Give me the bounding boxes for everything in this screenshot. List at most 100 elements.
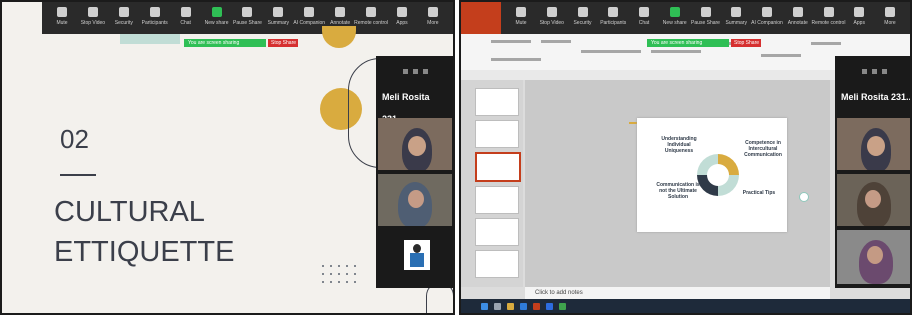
toolbar-label: Remote control <box>354 20 389 26</box>
video-tile-3[interactable] <box>378 230 452 284</box>
summary-icon <box>273 7 284 17</box>
toolbar-label: Pause Share <box>691 20 720 26</box>
pen-icon <box>335 7 346 17</box>
slide-title-line2: ETTIQUETTE <box>54 236 235 268</box>
powerpoint-icon[interactable] <box>533 302 540 310</box>
stop-share-button[interactable]: Stop Share <box>731 39 761 47</box>
windows-taskbar[interactable] <box>461 299 910 313</box>
slide-title-line1: CULTURAL <box>54 196 205 228</box>
video-gallery: Meli Rosita 231... <box>376 56 453 288</box>
chrome-icon[interactable] <box>559 302 566 310</box>
toolbar-apps-button[interactable]: Apps <box>388 2 416 26</box>
slide-thumbnail[interactable] <box>475 88 519 116</box>
quadrant-text-2: Competence in Intercultural Communicatio… <box>744 140 782 158</box>
toolbar-label: AI Companion <box>751 20 783 26</box>
toolbar-label: Apps <box>853 20 865 26</box>
zoom-toolbar: Mute Stop Video Security Participants Chat Ne… <box>501 2 910 34</box>
toolbar-chat-button[interactable]: Chat <box>630 2 658 26</box>
toolbar-annotate-button[interactable]: Annotate <box>784 2 812 26</box>
gallery-controls[interactable] <box>376 56 453 86</box>
toolbar-pause-share-button[interactable]: Pause Share <box>691 2 720 26</box>
video-tile-2[interactable] <box>378 174 452 226</box>
quadrant-text-3: Communication is not the Ultimate Soluti… <box>656 182 700 200</box>
current-slide[interactable]: Understanding Individual Uniqueness Comp… <box>637 118 787 232</box>
slide-number: 02 <box>60 124 89 154</box>
camera-icon <box>87 7 98 17</box>
share-icon <box>669 7 680 17</box>
chat-icon <box>639 7 649 17</box>
summary-icon <box>731 7 742 17</box>
toolbar-apps-button[interactable]: Apps <box>845 2 873 26</box>
zoom-icon[interactable] <box>546 302 553 310</box>
mouse-icon <box>823 7 834 17</box>
toolbar-label: Chat <box>180 20 191 26</box>
slide-divider <box>60 174 96 176</box>
toolbar-participants-button[interactable]: Participants <box>599 2 627 26</box>
video-tile-2[interactable] <box>837 174 910 226</box>
slide-thumbnail[interactable] <box>475 186 519 214</box>
toolbar-label: Security <box>114 20 133 26</box>
apps-icon <box>396 7 407 17</box>
toolbar-label: Stop Video <box>539 20 564 26</box>
toolbar-label: Apps <box>396 20 408 26</box>
folder-icon[interactable] <box>507 302 514 310</box>
more-icon <box>885 7 895 17</box>
toolbar-new-share-button[interactable]: New share <box>203 2 231 26</box>
toolbar-summary-button[interactable]: Summary <box>722 2 750 26</box>
participant-face <box>867 246 883 264</box>
toolbar-mute-button[interactable]: Mute <box>507 2 535 26</box>
toolbar-label: Stop Video <box>80 20 106 26</box>
toolbar-label: Mute <box>515 20 527 26</box>
toolbar-mute-button[interactable]: Mute <box>48 2 76 26</box>
stop-share-button[interactable]: Stop Share <box>268 39 298 47</box>
toolbar-pause-share-button[interactable]: Pause Share <box>233 2 262 26</box>
sparkle-icon <box>304 7 315 17</box>
slide-thumbnail-selected[interactable] <box>475 152 521 182</box>
toolbar-more-button[interactable]: More <box>419 2 447 26</box>
toolbar-remote-control-button[interactable]: Remote control <box>811 2 846 26</box>
video-tile-1[interactable] <box>837 118 910 170</box>
toolbar-ai-companion-button[interactable]: AI Companion <box>293 2 326 26</box>
toolbar-new-share-button[interactable]: New share <box>661 2 689 26</box>
slide-thumbnail-pane[interactable] <box>461 80 523 287</box>
pause-icon <box>700 7 711 17</box>
notes-pane[interactable]: Click to add notes <box>525 287 830 299</box>
pen-icon <box>792 7 803 17</box>
toolbar-label: AI Companion <box>293 20 326 26</box>
powerpoint-app-icon <box>461 2 501 34</box>
video-tile-3[interactable] <box>837 230 910 284</box>
slide-thumbnail[interactable] <box>475 218 519 246</box>
share-icon <box>211 7 222 17</box>
toolbar-label: Summary <box>267 20 290 26</box>
toolbar-stop-video-button[interactable]: Stop Video <box>538 2 566 26</box>
toolbar-label: More <box>427 20 439 26</box>
video-tile-1[interactable] <box>378 118 452 170</box>
toolbar-label: Remote control <box>811 20 846 26</box>
slide-thumbnail[interactable] <box>475 250 519 278</box>
toolbar-label: Annotate <box>787 20 808 26</box>
start-icon[interactable] <box>481 302 488 310</box>
toolbar-participants-button[interactable]: Participants <box>141 2 169 26</box>
screen-share-bar: You are screen sharing Stop Share <box>647 39 761 47</box>
toolbar-security-button[interactable]: Security <box>110 2 138 26</box>
participant-face <box>408 190 424 208</box>
toolbar-annotate-button[interactable]: Annotate <box>326 2 354 26</box>
toolbar-security-button[interactable]: Security <box>569 2 597 26</box>
toolbar-label: Participants <box>600 20 627 26</box>
search-icon[interactable] <box>494 302 501 310</box>
toolbar-ai-companion-button[interactable]: AI Companion <box>751 2 783 26</box>
toolbar-chat-button[interactable]: Chat <box>172 2 200 26</box>
slide-thumbnail[interactable] <box>475 120 519 148</box>
toolbar-summary-button[interactable]: Summary <box>264 2 292 26</box>
shield-icon <box>577 7 588 17</box>
participant-face <box>865 190 881 208</box>
toolbar-remote-control-button[interactable]: Remote control <box>354 2 389 26</box>
zoom-toolbar: Mute Stop Video Security Participants Chat Ne… <box>42 2 453 34</box>
toolbar-stop-video-button[interactable]: Stop Video <box>79 2 107 26</box>
screen-sharing-indicator: You are screen sharing <box>647 39 729 47</box>
toolbar-more-button[interactable]: More <box>876 2 904 26</box>
edge-icon[interactable] <box>520 302 527 310</box>
toolbar-label: Summary <box>725 20 747 26</box>
gallery-controls[interactable] <box>835 56 910 86</box>
toolbar-label: New share <box>662 20 687 26</box>
